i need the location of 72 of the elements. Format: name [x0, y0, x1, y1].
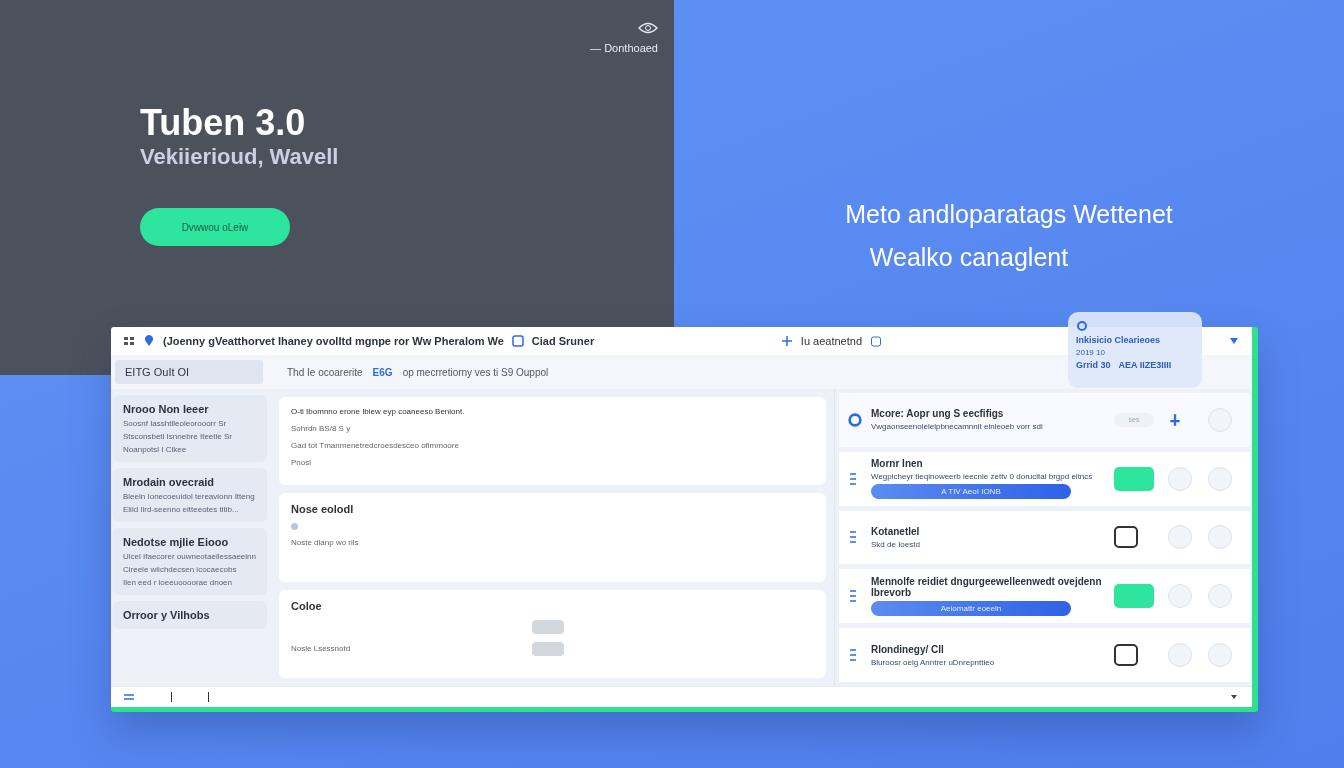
status-dot: [291, 523, 298, 531]
panel-title: O-ti Ibomnno erone Ibiew eyp coaneeso Beniont.: [291, 407, 466, 416]
card-text: Eliid Ilrd-seenno eitteeotes titib...: [123, 505, 240, 514]
hero-subtitle: Vekiierioud, Wavell: [140, 144, 339, 170]
cta-button[interactable]: Dvwwou oLeiw: [140, 208, 290, 246]
tagline: Meto andloparatags Wettenet: [845, 200, 1173, 229]
round-button[interactable]: [1168, 584, 1192, 609]
row-text: Vwgaonseenolelelpbnecamnnit elnleoeb vorr sdi: [871, 422, 1044, 432]
action-button[interactable]: A TIV AeoI IONB: [871, 484, 1071, 500]
panel-text: Gad tot Tmanmenetredcroesdesceo ofimmoore: [291, 441, 459, 450]
row-title: Kotanetlel: [871, 526, 921, 537]
row-title: Mcore: Aopr ung S eecfifigs: [871, 408, 1005, 420]
tagline: Wealko canaglent: [869, 243, 1069, 272]
panel-text: Noste dlanp wo rils: [291, 538, 359, 548]
tab[interactable]: EITG OuIt OI: [115, 360, 263, 384]
status-text: Iu aeatnetnd: [800, 335, 862, 347]
card-text: Noanpotsl I Clkee: [123, 445, 188, 454]
card-title: Nrooo Non Ieeer: [123, 403, 210, 415]
toggle-button[interactable]: [1114, 466, 1154, 491]
grid-icon: [123, 335, 135, 347]
popover-value: AEA IIZE3IIII: [1118, 360, 1172, 370]
card-text: Ulcel Ifaecorer ouwneotaeilessaeeinn: [123, 552, 257, 561]
sliders-icon[interactable]: [123, 691, 135, 703]
row-title: Rlondinegy/ Cll: [871, 643, 945, 655]
toggle-button[interactable]: [1114, 526, 1138, 549]
card-title: Mrodain ovecraid: [123, 476, 216, 488]
round-button[interactable]: [1168, 466, 1192, 491]
card-title: Orroor y Vilhobs: [123, 609, 211, 621]
square-icon: [511, 335, 524, 347]
small-button[interactable]: [532, 641, 564, 656]
panel-note: Pnosl: [291, 458, 312, 467]
window-tag: Ciad Sruner: [531, 335, 595, 347]
nav-link[interactable]: — Donthoaed: [590, 42, 658, 54]
popover-title: Inkisicio Clearieoes: [1076, 335, 1162, 345]
card-text: Soosnf Iasshtlleoleorooorr Sr: [123, 419, 228, 428]
row-text: Skd de Ioestd: [871, 540, 921, 549]
toolbar-hint: Thd Ie ocoarerite: [287, 366, 363, 378]
sidebar-card[interactable]: Nrooo Non Ieeer Soosnf Iasshtlleoleorooorr Sr Stsconsbetl Isnnebre Iteetie Sr Noanpotsl I Clkee: [113, 395, 267, 462]
card-text: Ilen eed r ioeeuoooorae dnoen: [123, 578, 233, 587]
round-button[interactable]: [1168, 525, 1192, 550]
sidebar-card[interactable]: Nedotse mjlie Eiooo Ulcel Ifaecorer ouwneotaeilessaeeinn Cireele wiichdecsen icocaecobs Ilen eed r ioeeuoooorae dnoen: [113, 528, 267, 595]
sidebar-card[interactable]: Orroor y Vilhobs: [113, 601, 267, 629]
eye-icon: [638, 22, 658, 34]
small-button[interactable]: [532, 619, 564, 634]
action-button[interactable]: Aeiomattr eoeeln: [871, 601, 1071, 617]
window-title: (Joenny gVeatthorvet Ihaney ovolItd mgnpe ror Ww Pheralom We: [163, 335, 504, 347]
card-title: Nedotse mjlie Eiooo: [123, 536, 230, 548]
row-title: Mennolfe reidiet dngurgeewelleenwedt ovejdenn Ibrevorb: [871, 576, 1103, 599]
card-text: Stsconsbetl Isnnebre Iteetie Sr: [123, 432, 233, 441]
round-button[interactable]: [1208, 466, 1232, 491]
card-text: Bleeln Ionecoeuidol tereavionn Itteng: [123, 492, 256, 501]
popover-value: Grrid 30: [1076, 360, 1111, 370]
card-text: Cireele wiichdecsen icocaecobs: [123, 565, 238, 574]
row-text: Bluroosr oelg Anntrer uDnrepnttieo: [871, 657, 996, 667]
popover-date: 2019 10: [1076, 348, 1106, 357]
toolbar-text: op mecrretiorny ves ti S9 Ouppol: [402, 366, 549, 378]
row-title: Mornr Inen: [871, 458, 924, 470]
panel-title: Nose eolodl: [291, 503, 355, 516]
row-text: Wegpicheyr tieqinoweerb ieecnie zettv 0 dorucital brgpd eitncs: [871, 472, 1094, 482]
check-button[interactable]: [1208, 407, 1232, 432]
toolbar-link[interactable]: E6G: [372, 366, 393, 378]
round-button[interactable]: [1208, 525, 1232, 550]
hero-title: Tuben 3.0: [140, 102, 306, 144]
panel-text: Sohrdn BS/8 S y: [291, 424, 351, 433]
panel-text: Nosle Lsessnotd: [291, 644, 351, 654]
toggle-button[interactable]: [1114, 584, 1154, 609]
toggle-button[interactable]: [1114, 644, 1138, 667]
round-button[interactable]: [1208, 643, 1232, 668]
round-button[interactable]: [1168, 643, 1192, 668]
panel-title: Coloe: [291, 599, 323, 612]
round-button[interactable]: [1208, 584, 1232, 609]
sidebar-card[interactable]: Mrodain ovecraid Bleeln Ionecoeuidol tereavionn Itteng Eliid Ilrd-seenno eitteeotes titib...: [113, 468, 267, 522]
